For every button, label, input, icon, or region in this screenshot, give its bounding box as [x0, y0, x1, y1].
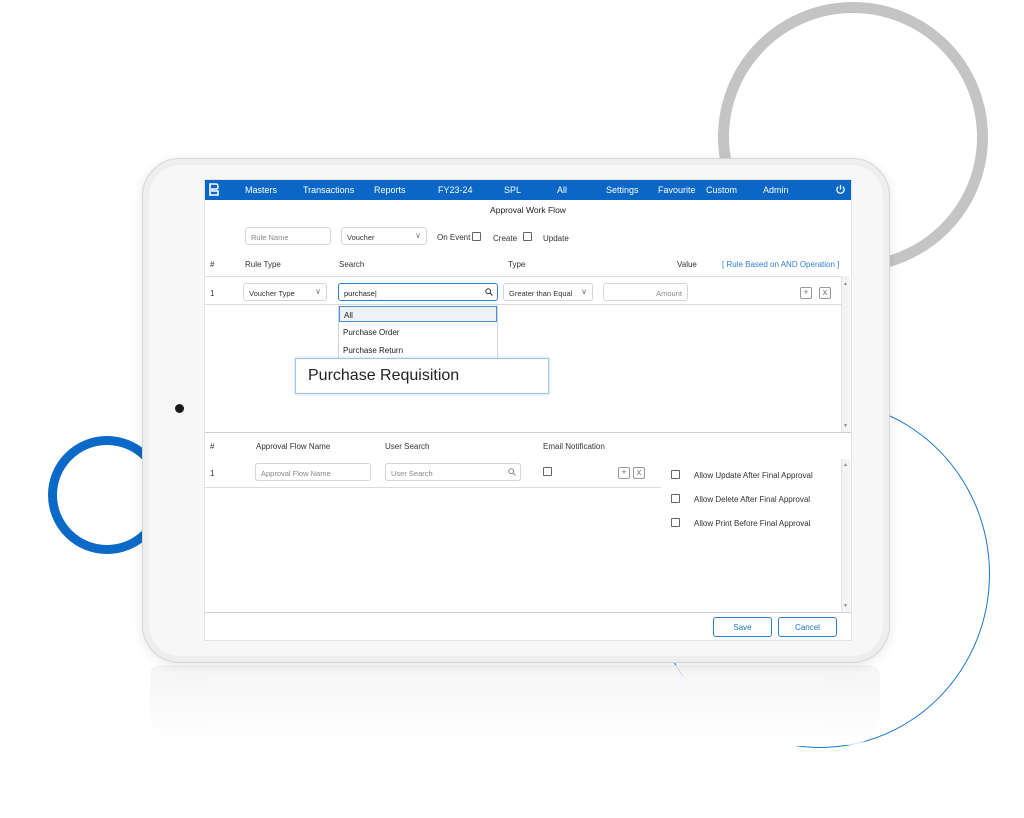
- rule-table-scrollbar[interactable]: [841, 276, 850, 432]
- nav-settings[interactable]: Settings: [606, 185, 639, 195]
- rule-type-select[interactable]: Voucher Type ∨: [243, 283, 327, 301]
- nav-reports[interactable]: Reports: [374, 185, 406, 195]
- power-icon[interactable]: [835, 184, 846, 195]
- footer-divider: [205, 612, 851, 613]
- add-flow-button[interactable]: +: [618, 467, 630, 479]
- flow-table-scrollbar[interactable]: [841, 459, 850, 612]
- app-screen: Masters Transactions Reports FY23-24 SPL…: [204, 179, 852, 641]
- chevron-down-icon: ∨: [415, 231, 421, 240]
- comparison-type-select[interactable]: Greater than Equal ∨: [503, 283, 593, 301]
- nav-transactions[interactable]: Transactions: [303, 185, 354, 195]
- allow-delete-checkbox[interactable]: [671, 494, 680, 503]
- search-dropdown: All Purchase Order Purchase Return: [338, 304, 498, 360]
- highlighted-option-callout[interactable]: Purchase Requisition: [295, 358, 549, 394]
- chevron-down-icon: ∨: [315, 287, 321, 296]
- flow-header-num: #: [210, 442, 215, 451]
- page-title: Approval Work Flow: [490, 205, 566, 215]
- flow-row-num: 1: [210, 469, 215, 478]
- rule-header-divider: [205, 276, 841, 277]
- rule-header-num: #: [210, 260, 215, 269]
- add-rule-button[interactable]: +: [800, 287, 812, 299]
- rule-row-divider: [205, 304, 841, 305]
- nav-favourite[interactable]: Favourite: [658, 185, 696, 195]
- update-label: Update: [543, 234, 569, 243]
- user-search-placeholder: User Search: [391, 469, 433, 478]
- allow-delete-label: Allow Delete After Final Approval: [694, 495, 811, 504]
- flow-row-divider: [205, 487, 661, 488]
- scroll-up-icon[interactable]: ▲: [843, 462, 848, 468]
- rule-header-type: Rule Type: [245, 260, 281, 269]
- email-notification-checkbox[interactable]: [543, 467, 552, 476]
- on-event-label: On Event :: [437, 233, 475, 242]
- dropdown-option[interactable]: Purchase Order: [339, 324, 497, 340]
- rule-header-value: Value: [677, 260, 697, 269]
- section-divider: [205, 432, 851, 433]
- create-label: Create: [493, 234, 518, 243]
- on-event-checkbox[interactable]: [472, 232, 481, 241]
- dropdown-option[interactable]: Purchase Return: [339, 342, 497, 358]
- save-button[interactable]: Save: [713, 617, 772, 637]
- chevron-down-icon: ∨: [581, 287, 587, 296]
- flow-header-name: Approval Flow Name: [256, 442, 331, 451]
- comparison-type-value: Greater than Equal: [509, 289, 573, 298]
- app-logo-icon[interactable]: [209, 183, 219, 196]
- scroll-up-icon[interactable]: ▲: [843, 281, 848, 287]
- nav-all[interactable]: All: [557, 185, 567, 195]
- flow-header-email: Email Notification: [543, 442, 605, 451]
- nav-spl[interactable]: SPL: [504, 185, 521, 195]
- allow-print-checkbox[interactable]: [671, 518, 680, 527]
- nav-custom[interactable]: Custom: [706, 185, 737, 195]
- cancel-button[interactable]: Cancel: [778, 617, 837, 637]
- top-navbar: Masters Transactions Reports FY23-24 SPL…: [205, 180, 851, 200]
- create-checkbox[interactable]: [523, 232, 532, 241]
- rule-type-value: Voucher Type: [249, 289, 295, 298]
- search-input[interactable]: purchase|: [338, 283, 498, 301]
- allow-update-label: Allow Update After Final Approval: [694, 471, 813, 480]
- allow-update-checkbox[interactable]: [671, 470, 680, 479]
- search-icon[interactable]: [508, 468, 516, 476]
- rule-name-input[interactable]: Rule Name: [245, 227, 331, 245]
- nav-admin[interactable]: Admin: [763, 185, 789, 195]
- rule-header-search: Search: [339, 260, 365, 269]
- nav-fy[interactable]: FY23-24: [438, 185, 473, 195]
- search-icon[interactable]: [485, 288, 493, 296]
- approval-flow-name-input[interactable]: Approval Flow Name: [255, 463, 371, 481]
- voucher-select-value: Voucher: [347, 233, 375, 242]
- rule-header-comparison: Type: [508, 260, 526, 269]
- search-input-value: purchase: [344, 289, 375, 298]
- dropdown-option[interactable]: All: [339, 306, 497, 322]
- allow-print-label: Allow Print Before Final Approval: [694, 519, 811, 528]
- voucher-select[interactable]: Voucher ∨: [341, 227, 427, 245]
- amount-input[interactable]: Amount: [603, 283, 688, 301]
- flow-header-user-search: User Search: [385, 442, 430, 451]
- remove-rule-button[interactable]: x: [819, 287, 831, 299]
- rule-and-operation-note: [ Rule Based on AND Operation ]: [722, 260, 840, 269]
- nav-masters[interactable]: Masters: [245, 185, 277, 195]
- tablet-camera: [175, 404, 184, 413]
- scroll-down-icon[interactable]: ▼: [843, 603, 848, 609]
- user-search-input[interactable]: User Search: [385, 463, 521, 481]
- tablet-reflection-screen: [208, 676, 824, 746]
- remove-flow-button[interactable]: x: [633, 467, 645, 479]
- rule-row-num: 1: [210, 289, 215, 298]
- scroll-down-icon[interactable]: ▼: [843, 423, 848, 429]
